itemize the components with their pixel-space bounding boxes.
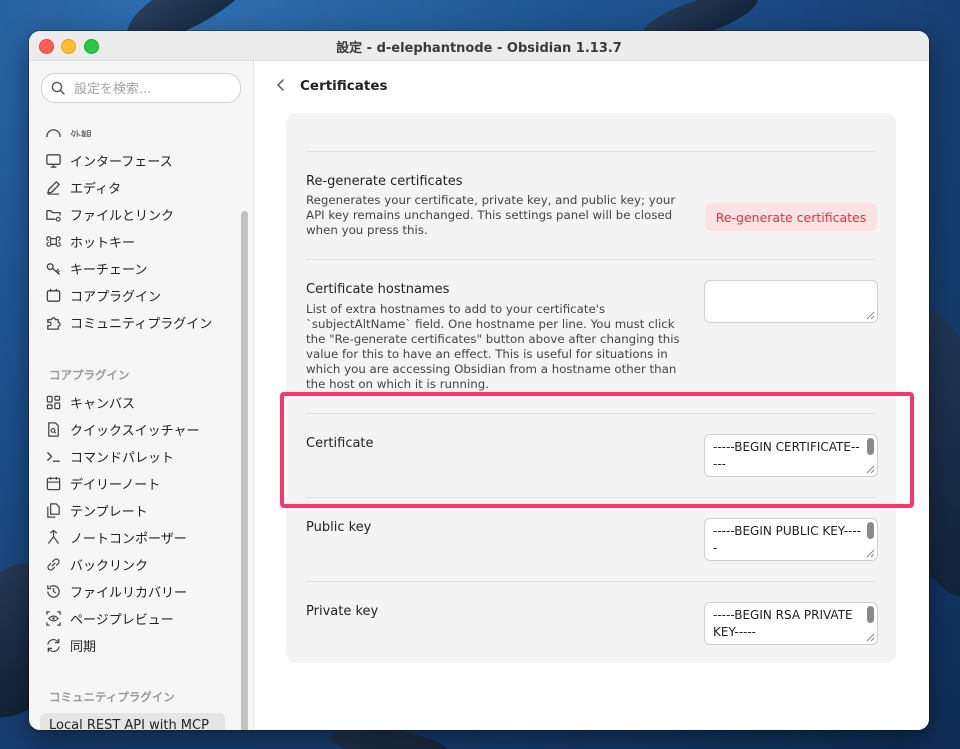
resize-handle-icon[interactable] xyxy=(865,632,875,642)
setting-desc-hostnames: List of extra hostnames to add to your c… xyxy=(306,302,680,391)
private-key-value: -----BEGIN RSA PRIVATE KEY----- xyxy=(713,608,853,639)
sidebar-item-daily-notes[interactable]: デイリーノート xyxy=(45,471,235,495)
monitor-icon xyxy=(46,153,61,168)
folder-link-icon xyxy=(46,209,61,222)
sidebar-item-hotkeys[interactable]: ホットキー xyxy=(45,229,235,253)
sidebar-item-canvas[interactable]: キャンバス xyxy=(45,390,235,414)
sidebar-item-page-preview[interactable]: ページプレビュー xyxy=(45,606,235,630)
resize-handle-icon[interactable] xyxy=(865,464,875,474)
textarea-scrollbar[interactable] xyxy=(867,438,874,455)
divider xyxy=(306,497,876,498)
setting-name-regenerate: Re-generate certificates xyxy=(306,174,463,189)
sidebar-item-label: キャンバス xyxy=(70,396,136,412)
sidebar-item-editor[interactable]: エディタ xyxy=(45,175,235,199)
terminal-icon xyxy=(47,451,60,462)
sidebar-item-command-palette[interactable]: コマンドパレット xyxy=(45,444,235,468)
section-header-community-plugins: コミュニティプラグイン xyxy=(49,690,175,704)
sidebar-item-local-rest-api[interactable]: Local REST API with MCP xyxy=(40,713,225,730)
refresh-icon xyxy=(47,638,60,652)
sidebar-item-sync[interactable]: 同期 xyxy=(45,633,235,657)
sidebar-item-label: インターフェース xyxy=(70,154,173,170)
divider xyxy=(306,413,876,414)
back-chevron-icon[interactable] xyxy=(274,78,288,92)
sidebar-item-label: ホットキー xyxy=(70,235,136,251)
divider xyxy=(306,259,876,260)
command-icon xyxy=(46,235,61,247)
setting-name-public-key: Public key xyxy=(306,520,372,535)
calendar-plug-icon xyxy=(46,288,61,302)
setting-name-private-key: Private key xyxy=(306,604,379,619)
window-title: 設定 - d-elephantnode - Obsidian 1.13.7 xyxy=(336,41,622,56)
certificates-panel: Re-generate certificates Regenerates you… xyxy=(286,113,896,663)
pencil-icon xyxy=(47,180,60,195)
section-header-core-plugins: コアプラグイン xyxy=(49,368,130,382)
sidebar-item-backlinks[interactable]: バックリンク xyxy=(45,552,235,576)
sidebar-item-label: 外観 xyxy=(70,129,92,137)
sidebar-item-note-composer[interactable]: ノートコンポーザー xyxy=(45,525,235,549)
resize-handle-icon[interactable] xyxy=(865,548,875,558)
key-icon xyxy=(46,262,60,275)
divider xyxy=(306,581,876,582)
page-title: Certificates xyxy=(300,78,388,94)
puzzle-icon xyxy=(47,316,61,330)
public-key-value: -----BEGIN PUBLIC KEY----- xyxy=(713,524,862,555)
sidebar-item-templates[interactable]: テンプレート xyxy=(45,498,235,522)
sidebar-item-label: バックリンク xyxy=(70,558,149,574)
public-key-textarea[interactable]: -----BEGIN PUBLIC KEY----- xyxy=(704,518,878,561)
sidebar-item-quick-switcher[interactable]: クイックスイッチャー xyxy=(45,417,235,441)
sidebar-item-interface[interactable]: インターフェース xyxy=(45,148,235,172)
sidebar-item-label: ノートコンポーザー xyxy=(70,531,187,547)
certificate-value: -----BEGIN CERTIFICATE----- xyxy=(713,440,860,471)
settings-sidebar: 外観 インターフェース エディタ ファイルとリンク ホットキー キーチェーン xyxy=(29,61,254,730)
setting-name-hostnames: Certificate hostnames xyxy=(306,282,450,297)
scan-eye-icon xyxy=(46,610,61,626)
sidebar-item-label: クイックスイッチャー xyxy=(70,423,200,439)
sidebar-item-label: キーチェーン xyxy=(70,262,148,278)
layout-dashboard-icon xyxy=(46,395,61,409)
private-key-textarea[interactable]: -----BEGIN RSA PRIVATE KEY----- xyxy=(704,602,878,645)
history-icon xyxy=(47,584,60,598)
calendar-icon xyxy=(46,476,61,490)
sidebar-item-label: Local REST API with MCP xyxy=(49,717,209,731)
certificate-textarea[interactable]: -----BEGIN CERTIFICATE----- xyxy=(704,434,878,477)
settings-search[interactable] xyxy=(41,73,241,103)
sidebar-item-label: 同期 xyxy=(70,639,97,655)
search-icon xyxy=(51,81,65,95)
sidebar-item-label: テンプレート xyxy=(70,504,148,520)
resize-handle-icon[interactable] xyxy=(865,310,875,320)
sidebar-scrollbar[interactable] xyxy=(241,211,248,730)
link-icon xyxy=(47,557,60,571)
sidebar-item-community-plugins[interactable]: コミュニティプラグイン xyxy=(45,310,235,334)
sidebar-item-label: コマンドパレット xyxy=(70,450,175,466)
divider xyxy=(306,151,876,152)
sidebar-item-label: コアプラグイン xyxy=(70,289,162,305)
sidebar-item-core-plugins[interactable]: コアプラグイン xyxy=(45,283,235,307)
textarea-scrollbar[interactable] xyxy=(867,522,874,539)
palette-icon xyxy=(46,129,61,137)
regenerate-certificates-button[interactable]: Re-generate certificates xyxy=(705,203,877,231)
files-icon xyxy=(47,502,60,518)
title-bar: 設定 - d-elephantnode - Obsidian 1.13.7 xyxy=(29,31,929,61)
file-search-icon xyxy=(48,421,59,437)
settings-window: 設定 - d-elephantnode - Obsidian 1.13.7 外観… xyxy=(29,31,929,730)
setting-desc-regenerate: Regenerates your certificate, private ke… xyxy=(306,193,676,237)
sidebar-item-label: ファイルとリンク xyxy=(70,208,175,224)
merge-icon xyxy=(48,529,59,544)
hostnames-textarea[interactable] xyxy=(704,280,878,323)
textarea-scrollbar[interactable] xyxy=(867,606,874,623)
sidebar-item-label: ページプレビュー xyxy=(70,612,174,628)
sidebar-item-label: デイリーノート xyxy=(70,477,161,493)
settings-content: Certificates Re-generate certificates Re… xyxy=(254,61,929,730)
search-input[interactable] xyxy=(72,78,236,100)
sidebar-item-files-links[interactable]: ファイルとリンク xyxy=(45,202,235,226)
sidebar-fade xyxy=(29,107,239,127)
setting-name-certificate: Certificate xyxy=(306,436,374,451)
sidebar-item-label: ファイルリカバリー xyxy=(70,585,188,601)
sidebar-item-label: コミュニティプラグイン xyxy=(70,316,213,332)
sidebar-item-file-recovery[interactable]: ファイルリカバリー xyxy=(45,579,235,603)
sidebar-item-keychain[interactable]: キーチェーン xyxy=(45,256,235,280)
sidebar-item-label: エディタ xyxy=(70,181,122,197)
